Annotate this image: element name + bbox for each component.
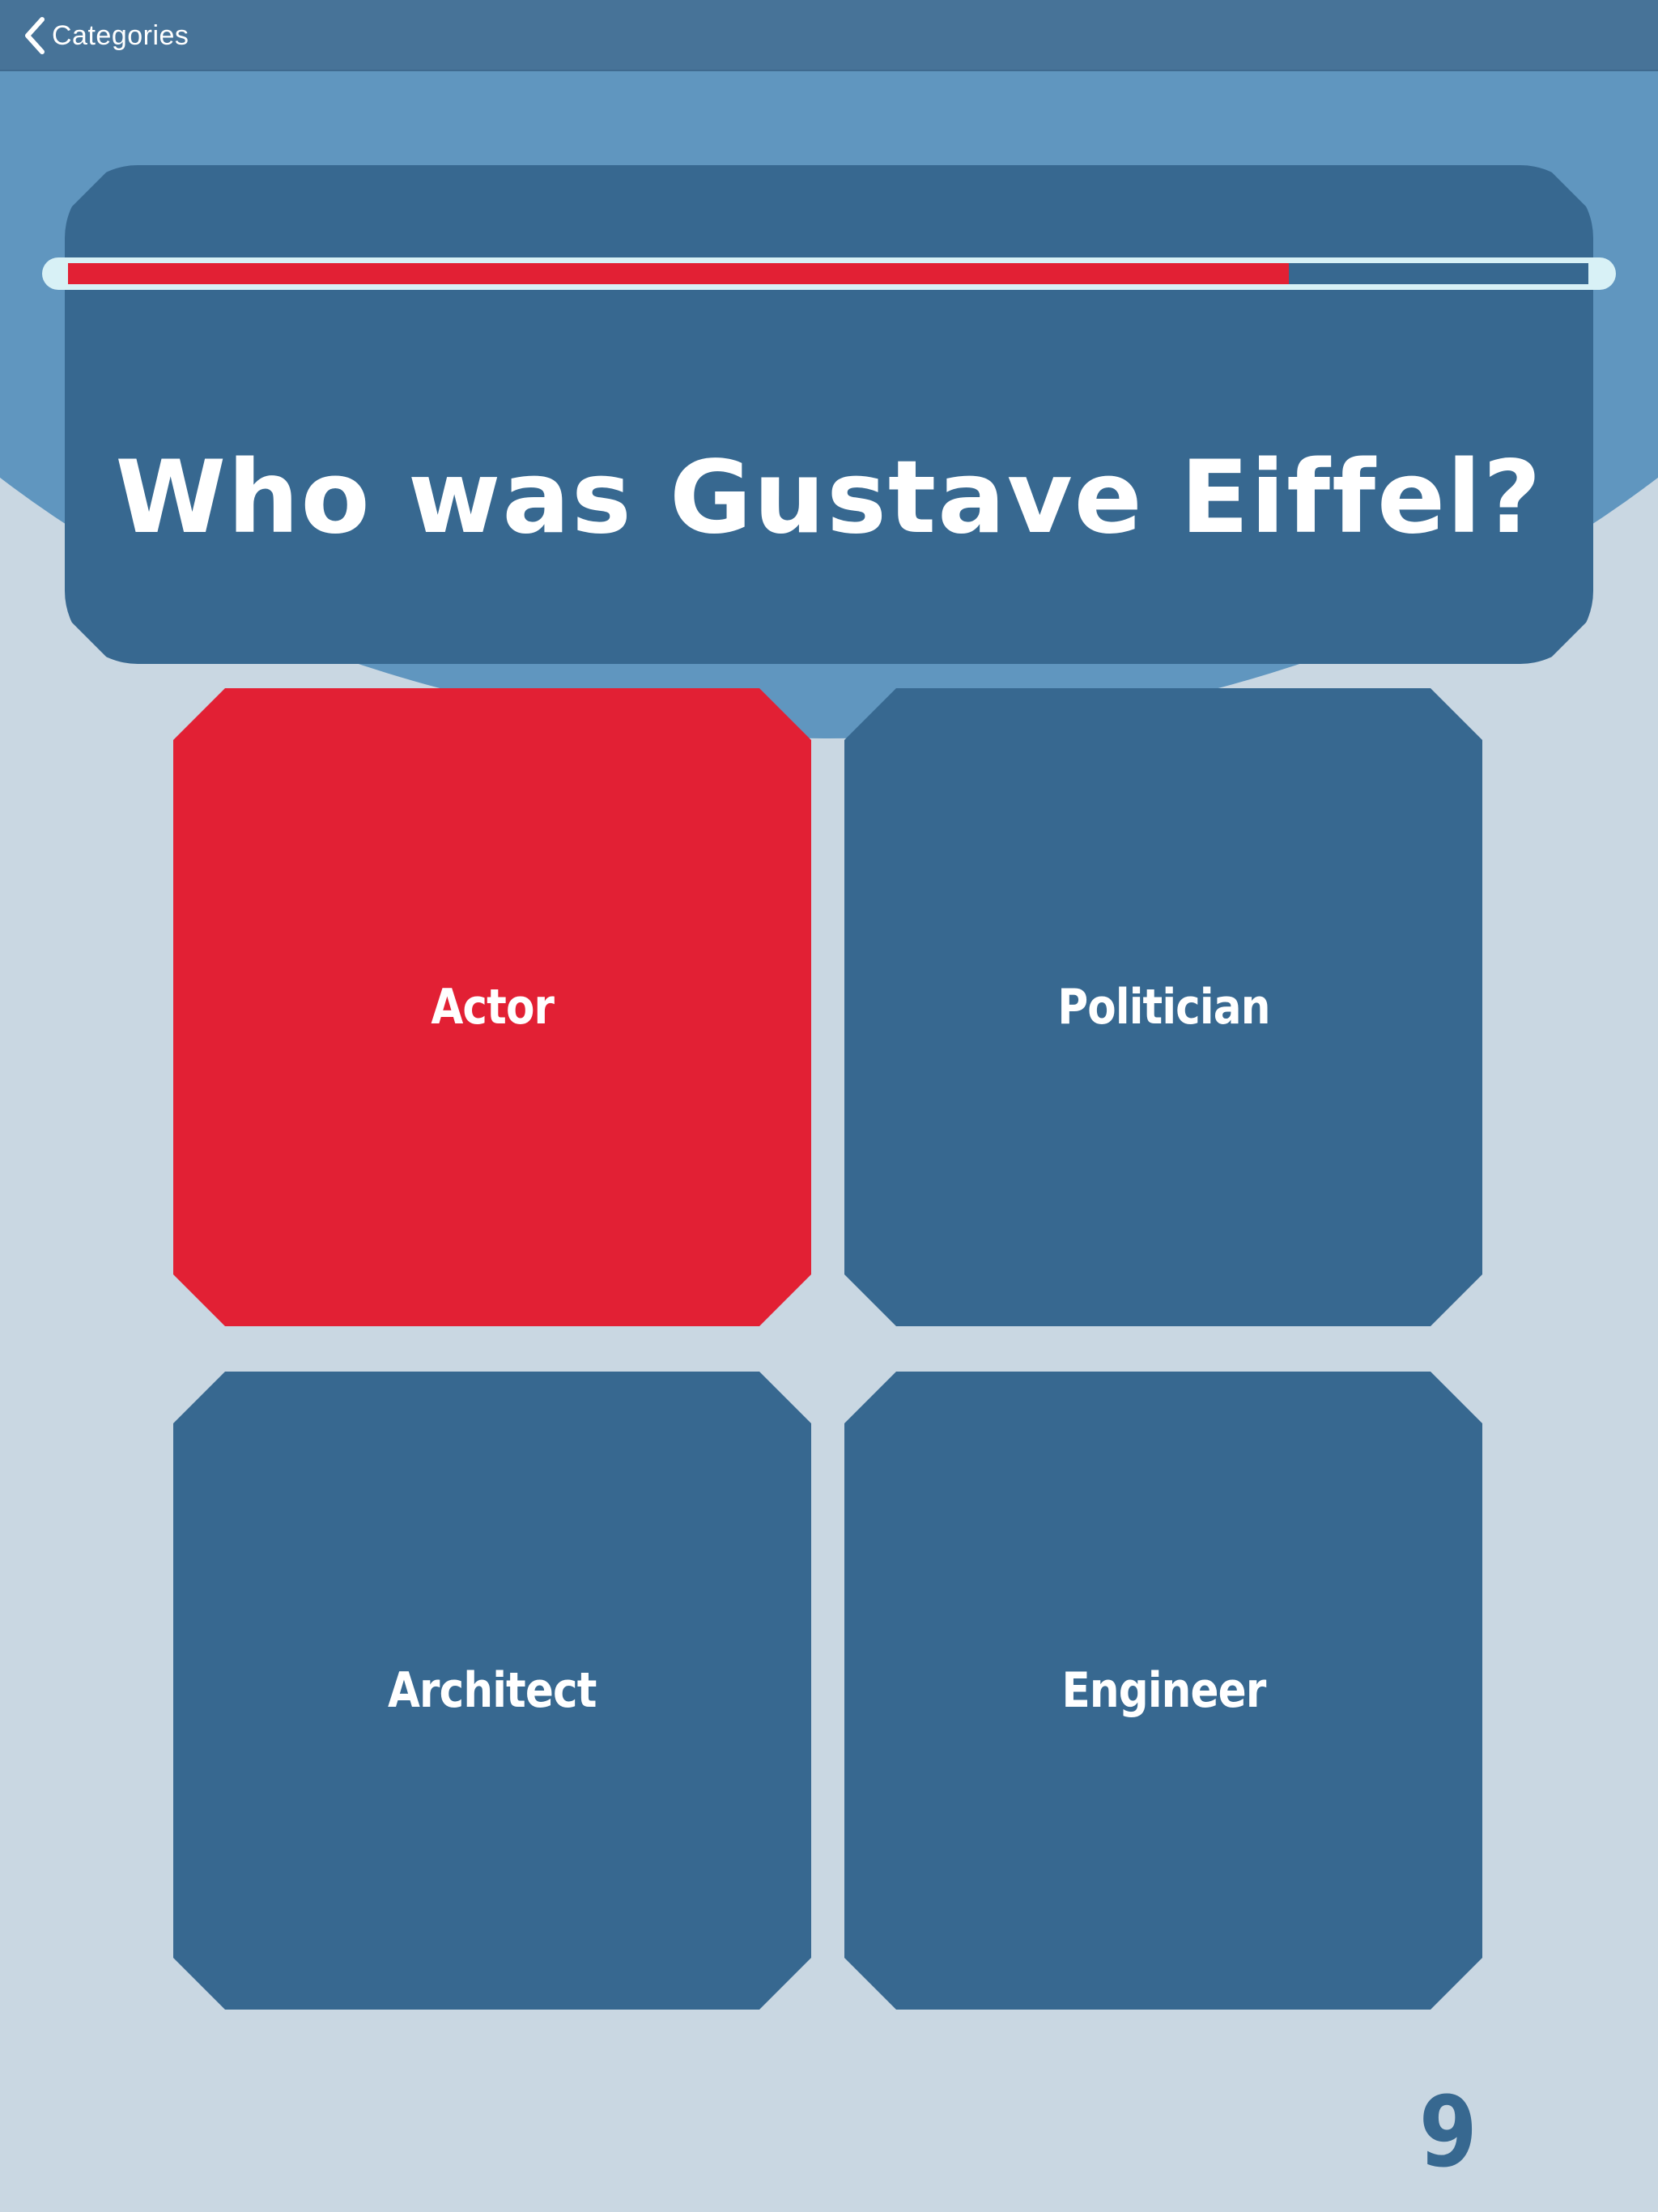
back-button-label: Categories: [52, 19, 189, 51]
timer-bar-fill: [68, 263, 1290, 284]
timer-bar: [42, 257, 1616, 290]
chevron-left-icon: [25, 17, 45, 54]
answer-option-3[interactable]: Architect: [173, 1372, 811, 2010]
answer-label: Politician: [1056, 979, 1270, 1036]
answer-label: Engineer: [1061, 1662, 1266, 1719]
timer-bar-track: [68, 263, 1588, 284]
question-number: 9: [1418, 2077, 1477, 2189]
question-text: Who was Gustave Eiffel?: [115, 440, 1543, 556]
answer-option-2[interactable]: Politician: [844, 688, 1482, 1326]
answer-option-4[interactable]: Engineer: [844, 1372, 1482, 2010]
back-button[interactable]: Categories: [18, 11, 189, 60]
answer-label: Actor: [431, 979, 555, 1036]
answer-option-1[interactable]: Actor: [173, 688, 811, 1326]
answer-label: Architect: [388, 1662, 597, 1719]
quiz-screen: Categories Who was Gustave Eiffel? Actor…: [0, 0, 1658, 2212]
navigation-bar: Categories: [0, 0, 1658, 71]
question-card: [65, 165, 1593, 664]
